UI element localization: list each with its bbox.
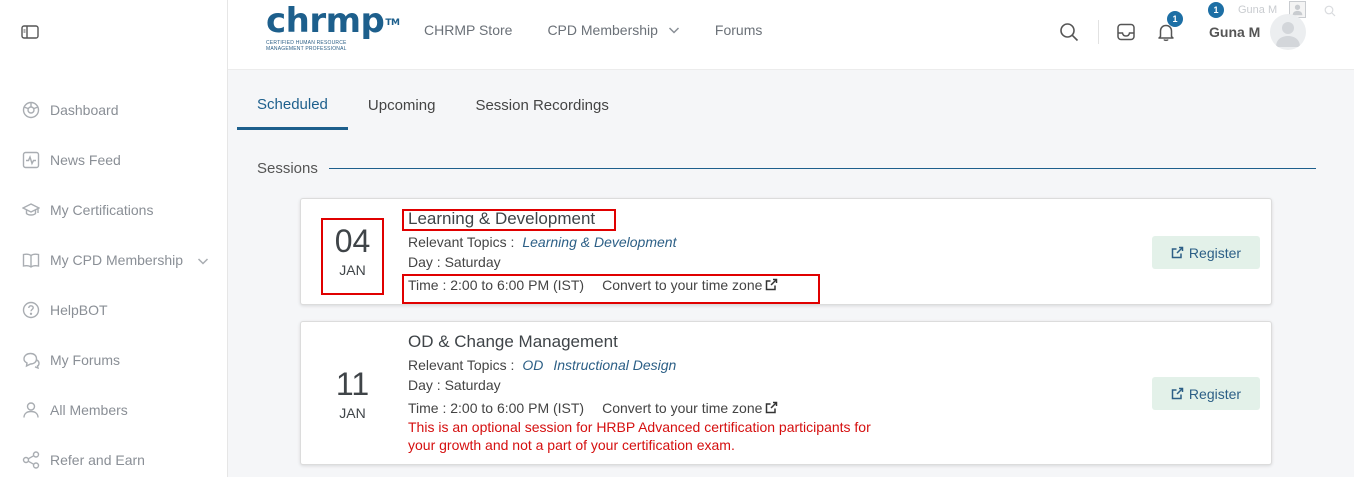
topics-label: Relevant Topics : <box>408 357 515 373</box>
sidebar-item-label: All Members <box>50 402 128 418</box>
session-note: This is an optional session for HRBP Adv… <box>408 419 871 453</box>
search-icon[interactable] <box>1059 22 1079 42</box>
external-link-icon <box>1171 387 1184 400</box>
faint-search-icon <box>1324 4 1336 17</box>
topic-tag[interactable]: Instructional Design <box>553 357 676 373</box>
register-label: Register <box>1188 385 1242 402</box>
user-icon <box>21 400 41 420</box>
session-card: 04 JAN Learning & Development Relevant T… <box>300 198 1272 305</box>
notification-badge: 1 <box>1167 11 1183 27</box>
session-date: 11 JAN <box>322 367 383 421</box>
session-day: 04 <box>334 223 371 259</box>
sessions-divider <box>329 168 1316 169</box>
session-card: 11 JAN OD & Change Management Relevant T… <box>300 321 1272 465</box>
session-tabs: Scheduled Upcoming Session Recordings <box>237 85 629 130</box>
sidebar-item-dashboard[interactable]: Dashboard <box>0 85 228 135</box>
topic-tag[interactable]: OD <box>522 357 543 373</box>
nav-cpd-membership[interactable]: CPD Membership <box>547 22 679 38</box>
sidebar-item-label: HelpBOT <box>50 302 108 318</box>
sidebar-item-helpbot[interactable]: HelpBOT <box>0 285 228 335</box>
session-time: Time : 2:00 to 6:00 PM (IST) Convert to y… <box>408 275 778 295</box>
sidebar-item-my-forums[interactable]: My Forums <box>0 335 228 385</box>
user-name[interactable]: Guna M <box>1209 24 1260 40</box>
session-title: OD & Change Management <box>408 332 618 351</box>
session-time: Time : 2:00 to 6:00 PM (IST) Convert to y… <box>408 398 928 418</box>
convert-timezone-link[interactable]: Convert to your time zone <box>602 277 778 293</box>
dashboard-icon <box>21 100 41 120</box>
user-badge: 1 <box>1208 2 1224 18</box>
tab-session-recordings[interactable]: Session Recordings <box>455 85 628 130</box>
user-name-faint: Guna M <box>1238 4 1278 16</box>
nav-chrmp-store[interactable]: CHRMP Store <box>424 22 512 38</box>
sidebar-item-my-certifications[interactable]: My Certifications <box>0 185 228 235</box>
session-month: JAN <box>339 262 366 278</box>
session-day-label: Day : Saturday <box>408 377 501 393</box>
inbox-icon[interactable] <box>1116 22 1136 42</box>
session-day: 11 <box>335 366 370 402</box>
sidebar-nav: Dashboard News Feed My Certifications My… <box>0 85 228 477</box>
sidebar-item-my-cpd-membership[interactable]: My CPD Membership <box>0 235 228 285</box>
register-button[interactable]: Register <box>1152 377 1260 410</box>
activity-icon <box>21 150 41 170</box>
sidebar: Dashboard News Feed My Certifications My… <box>0 0 228 477</box>
session-month: JAN <box>339 405 366 421</box>
session-day-label: Day : Saturday <box>408 254 501 270</box>
session-details: OD & Change Management Relevant Topics :… <box>408 332 928 454</box>
sidebar-item-refer-and-earn[interactable]: Refer and Earn <box>0 435 228 477</box>
convert-timezone-link[interactable]: Convert to your time zone <box>602 400 778 416</box>
chevron-down-icon <box>668 27 679 34</box>
tab-upcoming[interactable]: Upcoming <box>348 85 456 130</box>
session-title: Learning & Development <box>408 209 596 228</box>
sidebar-item-label: Dashboard <box>50 102 119 118</box>
sidebar-item-label: News Feed <box>50 152 121 168</box>
sidebar-item-label: My Forums <box>50 352 120 368</box>
share-icon <box>21 450 41 470</box>
logo-text: chrmpTM <box>266 1 400 41</box>
nav-cpd-membership-label: CPD Membership <box>547 22 658 38</box>
external-link-icon <box>766 401 778 414</box>
sidebar-item-label: My Certifications <box>50 202 154 218</box>
sidebar-item-label: Refer and Earn <box>50 452 145 468</box>
session-topics: Relevant Topics : Learning & Development <box>408 232 778 252</box>
sidebar-item-news-feed[interactable]: News Feed <box>0 135 228 185</box>
logo-subtitle: CERTIFIED HUMAN RESOURCE MANAGEMENT PROF… <box>266 40 347 52</box>
topics-label: Relevant Topics : <box>408 234 515 250</box>
top-nav: CHRMP Store CPD Membership Forums <box>424 22 797 38</box>
sidebar-toggle-icon[interactable] <box>21 24 39 40</box>
open-book-icon <box>21 250 41 270</box>
external-link-icon <box>766 278 778 291</box>
session-date: 04 JAN <box>322 224 383 278</box>
external-link-icon <box>1171 246 1184 259</box>
session-topics: Relevant Topics : OD Instructional Design <box>408 355 928 375</box>
avatar[interactable] <box>1270 14 1306 50</box>
sessions-heading: Sessions <box>257 160 318 177</box>
chat-bubbles-icon <box>21 350 41 370</box>
sidebar-item-label: My CPD Membership <box>50 252 184 268</box>
nav-forums[interactable]: Forums <box>715 22 762 38</box>
tab-scheduled[interactable]: Scheduled <box>237 85 348 130</box>
session-details: Learning & Development Relevant Topics :… <box>408 209 778 295</box>
graduation-cap-icon <box>21 200 41 220</box>
session-time-label: Time : 2:00 to 6:00 PM (IST) <box>408 400 585 416</box>
register-label: Register <box>1188 244 1242 261</box>
chrmp-logo[interactable]: chrmpTM CERTIFIED HUMAN RESOURCE MANAGEM… <box>266 1 400 60</box>
question-circle-icon <box>21 300 41 320</box>
topic-tag[interactable]: Learning & Development <box>522 234 676 250</box>
chevron-down-icon[interactable] <box>197 254 209 266</box>
session-time-label: Time : 2:00 to 6:00 PM (IST) <box>408 277 585 293</box>
register-button[interactable]: Register <box>1152 236 1260 269</box>
header-divider <box>1098 20 1099 44</box>
sidebar-item-all-members[interactable]: All Members <box>0 385 228 435</box>
top-header: chrmpTM CERTIFIED HUMAN RESOURCE MANAGEM… <box>228 0 1354 70</box>
